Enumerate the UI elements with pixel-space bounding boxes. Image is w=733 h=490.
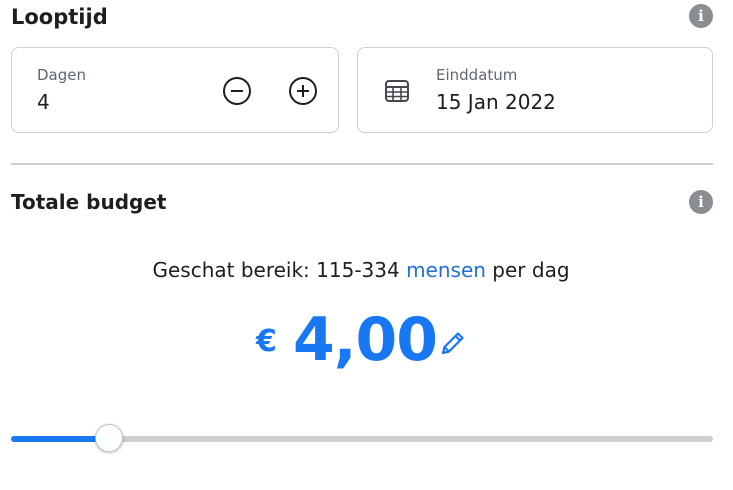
days-card: Dagen 4 xyxy=(11,47,339,133)
decrease-days-button[interactable] xyxy=(222,76,252,106)
days-label: Dagen xyxy=(37,66,86,84)
reach-prefix: Geschat bereik: 115-334 xyxy=(152,258,407,282)
reach-suffix: per dag xyxy=(485,258,570,282)
days-value-field[interactable]: 4 xyxy=(37,90,50,114)
budget-slider-thumb[interactable] xyxy=(95,424,124,452)
increase-days-button[interactable] xyxy=(288,76,318,106)
section-divider xyxy=(11,163,713,165)
budget-title: Totale budget xyxy=(11,190,167,214)
duration-info-icon[interactable]: i xyxy=(689,4,713,28)
currency-symbol: € xyxy=(256,324,277,359)
end-date-value: 15 Jan 2022 xyxy=(436,90,556,114)
budget-duration-panel: Looptijd i Dagen 4 Einddatum 15 Jan 2022… xyxy=(0,0,733,490)
budget-info-icon[interactable]: i xyxy=(689,190,713,214)
pencil-icon[interactable] xyxy=(437,327,469,359)
budget-amount: 4,00 xyxy=(293,305,438,375)
end-date-label: Einddatum xyxy=(436,66,518,84)
reach-people-link[interactable]: mensen xyxy=(406,258,486,282)
estimated-reach: Geschat bereik: 115-334 mensen per dag xyxy=(0,258,722,282)
end-date-card[interactable]: Einddatum 15 Jan 2022 xyxy=(357,47,713,133)
budget-slider[interactable] xyxy=(11,424,713,452)
duration-title: Looptijd xyxy=(11,5,108,29)
calendar-icon xyxy=(385,80,409,102)
